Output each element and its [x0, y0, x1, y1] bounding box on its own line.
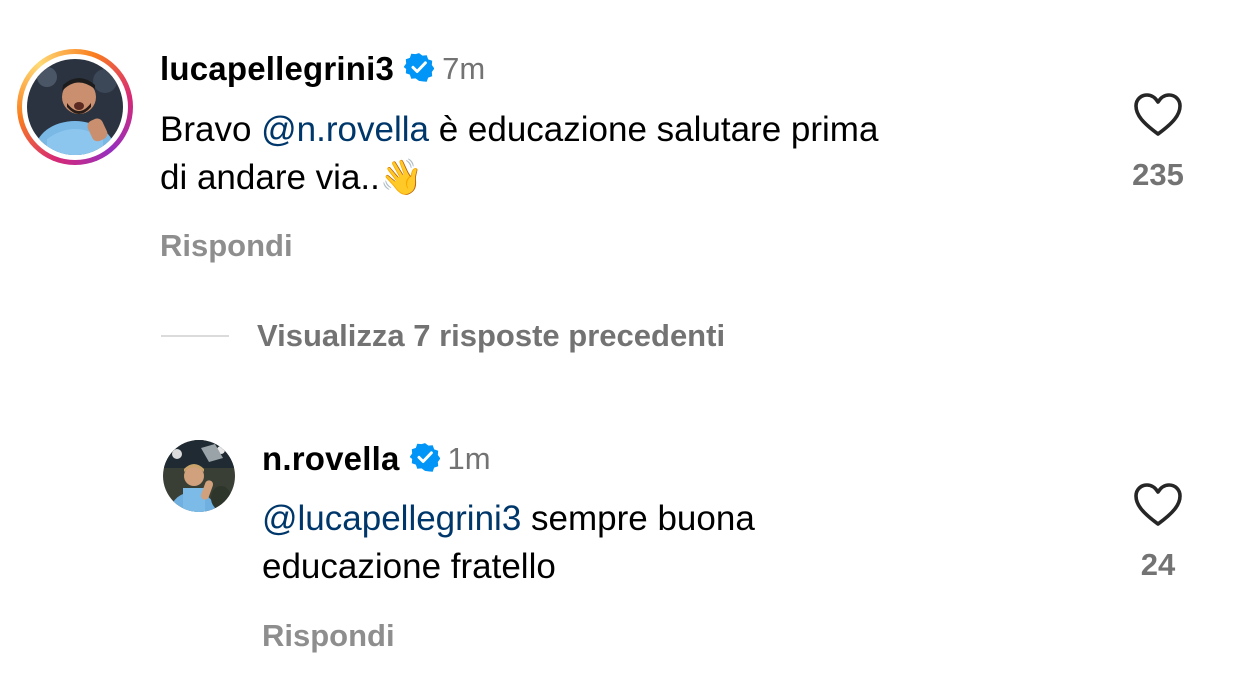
view-previous-replies[interactable]: Visualizza 7 risposte precedenti [161, 318, 725, 354]
heart-icon[interactable] [1133, 482, 1183, 533]
comment-text-rest: è educazione salutare prima [428, 110, 879, 149]
comment-text-line2: di andare via.. [160, 158, 380, 197]
username[interactable]: lucapellegrini3 [160, 50, 394, 88]
comment-text: Bravo @n.rovella è educazione salutare p… [160, 106, 1100, 202]
comment-text-line2: educazione fratello [262, 547, 556, 586]
heart-icon[interactable] [1133, 92, 1183, 143]
verified-badge-icon [403, 52, 435, 87]
mention-link[interactable]: @n.rovella [261, 110, 429, 149]
thread-divider-line [161, 335, 229, 337]
like-count: 24 [1140, 547, 1176, 582]
reply-button[interactable]: Rispondi [160, 228, 293, 264]
waving-hand-emoji: 👋 [379, 158, 424, 197]
verified-badge-icon [409, 442, 440, 477]
comment-text-start: Bravo [160, 110, 262, 149]
username[interactable]: n.rovella [262, 440, 400, 478]
comment-text-rest: sempre buona [521, 499, 755, 538]
timestamp: 1m [447, 441, 491, 476]
timestamp: 7m [442, 51, 486, 86]
avatar[interactable] [163, 440, 235, 512]
reply-button[interactable]: Rispondi [262, 618, 395, 654]
like-column: 24 [1118, 482, 1198, 583]
like-column: 235 [1118, 92, 1198, 193]
like-count: 235 [1132, 157, 1184, 192]
avatar[interactable] [27, 59, 123, 155]
mention-link[interactable]: @lucapellegrini3 [262, 499, 521, 538]
comment-text: @lucapellegrini3 sempre buona educazione… [262, 495, 1102, 591]
story-ring[interactable] [17, 49, 133, 165]
view-previous-replies-label[interactable]: Visualizza 7 risposte precedenti [257, 318, 725, 354]
